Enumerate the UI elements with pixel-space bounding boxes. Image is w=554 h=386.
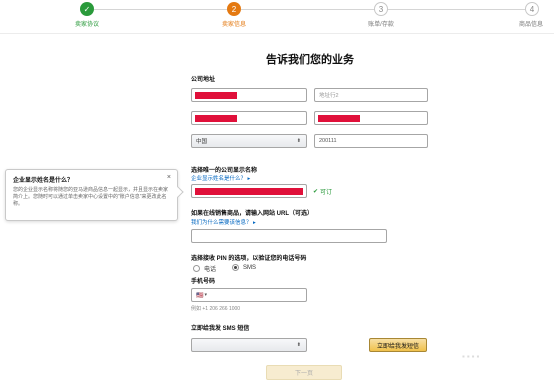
step-2-label: 卖家信息 bbox=[221, 22, 247, 28]
postal-code-input[interactable]: 200111 bbox=[314, 134, 428, 148]
country-select[interactable]: 中国 ⬍ bbox=[191, 134, 307, 148]
display-name-input[interactable] bbox=[191, 184, 307, 198]
phone-input[interactable]: 🇺🇸 ▾ bbox=[191, 288, 307, 302]
next-page-button[interactable]: 下一页 bbox=[266, 365, 342, 380]
step-4-marker: 4 bbox=[525, 2, 539, 16]
page-title: 告诉我们您的业务 bbox=[266, 54, 354, 66]
pin-option-label: 选择接收 PIN 的选项，以验证您的电话号码 bbox=[191, 256, 307, 262]
radio-phone-label: 电话 bbox=[204, 267, 217, 273]
website-help-link[interactable]: 我们为什么需要该信息？ ▸ bbox=[191, 218, 256, 226]
address-line1-input[interactable] bbox=[191, 88, 307, 102]
step-4-label: 商品信息 bbox=[518, 22, 544, 28]
step-3-label: 账单/存款 bbox=[368, 22, 394, 28]
sms-label: 立即给我发 SMS 短信 bbox=[191, 326, 250, 332]
redacted-block bbox=[195, 188, 303, 195]
redacted-block bbox=[195, 92, 237, 99]
country-value: 中国 bbox=[196, 139, 208, 145]
step-1-check-icon: ✓ bbox=[80, 2, 94, 16]
radio-icon[interactable] bbox=[193, 265, 200, 272]
progress-track bbox=[241, 9, 379, 10]
postal-code-value: 200111 bbox=[319, 138, 337, 144]
city-input[interactable] bbox=[191, 111, 307, 125]
address-line2-placeholder: 地址行2 bbox=[319, 93, 339, 99]
step-2-marker: 2 bbox=[227, 2, 241, 16]
radio-sms[interactable]: SMS bbox=[232, 264, 256, 271]
valid-text: 可订 bbox=[320, 190, 333, 196]
display-name-valid: ✔ 可订 bbox=[313, 187, 332, 196]
progress-track bbox=[94, 9, 232, 10]
redacted-block bbox=[318, 115, 360, 122]
display-name-popover: × 企业显示姓名是什么？ 您的企业显示名称将随您的亚马逊商品信息一起显示，并且显… bbox=[5, 169, 184, 221]
popover-body: 您的企业显示名称将随您的亚马逊商品信息一起显示，并且显示在卖家简介上。您随时可以… bbox=[13, 187, 169, 207]
header-divider bbox=[0, 33, 554, 34]
phone-label: 手机号码 bbox=[191, 279, 216, 285]
us-flag-icon[interactable]: 🇺🇸 bbox=[196, 292, 203, 299]
watermark: ▪▪▪▪ bbox=[462, 352, 482, 361]
address-label: 公司地址 bbox=[191, 77, 216, 83]
close-icon[interactable]: × bbox=[167, 174, 171, 181]
progress-stepper: ✓ 2 3 4 卖家协议 卖家信息 账单/存款 商品信息 bbox=[0, 0, 554, 34]
address-line2-input[interactable]: 地址行2 bbox=[314, 88, 428, 102]
progress-track bbox=[388, 9, 525, 10]
popover-title: 企业显示姓名是什么？ bbox=[13, 178, 74, 184]
radio-checked-icon[interactable] bbox=[232, 264, 239, 271]
radio-phone[interactable]: 电话 bbox=[193, 264, 216, 273]
select-caret-icon: ⬍ bbox=[296, 342, 301, 348]
check-icon: ✔ bbox=[313, 189, 319, 195]
website-input[interactable] bbox=[191, 229, 387, 243]
display-name-label: 选择唯一的公司显示名称 bbox=[191, 168, 258, 174]
phone-example-hint: 例如 +1 206 266 1000 bbox=[191, 306, 241, 312]
country-code-caret-icon[interactable]: ▾ bbox=[204, 292, 207, 298]
step-3-marker: 3 bbox=[374, 2, 388, 16]
popover-arrow bbox=[172, 186, 184, 198]
redacted-block bbox=[195, 115, 237, 122]
step-1-label: 卖家协议 bbox=[74, 22, 100, 28]
website-label: 如果在线销售商品，请输入网站 URL（可选） bbox=[191, 211, 313, 217]
state-input[interactable] bbox=[314, 111, 428, 125]
select-caret-icon: ⬍ bbox=[296, 138, 301, 144]
sms-language-select[interactable]: ⬍ bbox=[191, 338, 307, 352]
display-name-help-link[interactable]: 企业显示姓名是什么？ ▸ bbox=[191, 174, 250, 182]
radio-sms-label: SMS bbox=[243, 264, 257, 271]
send-sms-button[interactable]: 立即给我发短信 bbox=[369, 338, 427, 352]
